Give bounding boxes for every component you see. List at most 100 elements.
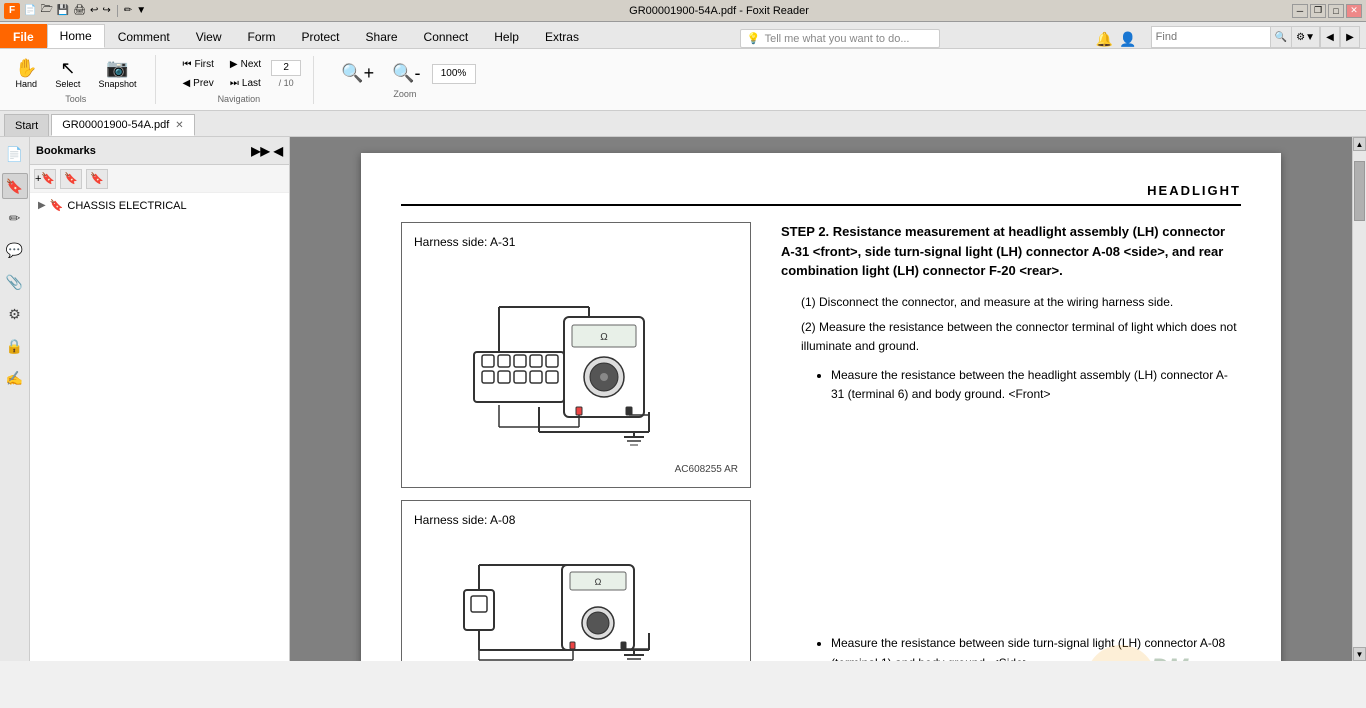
title-bar-icons[interactable]: F 📄 🗁 💾 🖨 ↩ ↪ ✏ ▼ xyxy=(4,2,146,19)
svg-text:Ω: Ω xyxy=(600,332,608,343)
bookmarks-expand-btn[interactable]: ▶▶ xyxy=(251,144,269,158)
sidebar-icon-bookmarks[interactable]: 🔖 xyxy=(2,173,28,199)
tab-extras[interactable]: Extras xyxy=(532,24,592,48)
diagram-svg-a08: Ω xyxy=(414,535,734,661)
ribbon-group-clipboard: ✋ Hand ↖ Select 📷 Snapshot Tools xyxy=(8,55,156,104)
zoom-out-icon: 🔍- xyxy=(392,63,420,84)
left-sidebar: 📄 🔖 ✏ 💬 📎 ⚙ 🔒 ✍ xyxy=(0,137,30,661)
diagram-label-a08: Harness side: A-08 xyxy=(414,513,738,527)
lightbulb-icon: 💡 xyxy=(747,32,761,45)
close-btn[interactable]: ✕ xyxy=(1346,4,1362,18)
tab-comment[interactable]: Comment xyxy=(105,24,183,48)
diagram-box-a08: Harness side: A-08 xyxy=(401,500,751,661)
snapshot-btn[interactable]: 📷 Snapshot xyxy=(91,55,143,92)
user-icon[interactable]: 👤 xyxy=(1119,31,1136,48)
bullet-item-1: Measure the resistance between the headl… xyxy=(831,366,1241,404)
next-page-btn[interactable]: ▶ Next xyxy=(224,56,267,73)
tab-home[interactable]: Home xyxy=(47,24,105,48)
svg-text:Ω: Ω xyxy=(595,577,602,587)
find-options-btn[interactable]: ⚙▼ xyxy=(1292,26,1320,48)
maximize-btn[interactable]: □ xyxy=(1328,4,1344,18)
text-column: STEP 2. Resistance measurement at headli… xyxy=(781,222,1241,661)
tab-close-btn[interactable]: ✕ xyxy=(175,120,183,131)
diagram-label-a31: Harness side: A-31 xyxy=(414,235,738,249)
tab-file[interactable]: File xyxy=(0,24,47,48)
numbered-list: (1) Disconnect the connector, and measur… xyxy=(781,293,1241,357)
bookmark-add-btn[interactable]: +🔖 xyxy=(34,169,56,189)
page-content: HEADLIGHT Harness side: A-31 xyxy=(361,153,1281,661)
list-item-2: (2) Measure the resistance between the c… xyxy=(801,318,1241,356)
list-item-1-text: Disconnect the connector, and measure at… xyxy=(819,295,1173,309)
find-bar: 🔍 ⚙▼ ◀ ▶ xyxy=(1145,26,1366,48)
bookmarks-toolbar: +🔖 🔖 🔖 xyxy=(30,165,289,193)
find-prev-btn[interactable]: ◀ xyxy=(1320,26,1340,48)
minimize-btn[interactable]: ─ xyxy=(1292,4,1308,18)
list-item-1: (1) Disconnect the connector, and measur… xyxy=(801,293,1241,312)
diagram-caption-a31: AC608255 AR xyxy=(414,464,738,475)
tab-view[interactable]: View xyxy=(183,24,235,48)
last-page-icon: ⏭ xyxy=(230,78,239,89)
tab-share[interactable]: Share xyxy=(353,24,411,48)
tell-me-input[interactable]: 💡 Tell me what you want to do... xyxy=(740,29,940,48)
sidebar-icon-attachments[interactable]: 📎 xyxy=(2,269,28,295)
bullet-item-2: Measure the resistance between side turn… xyxy=(831,634,1241,661)
scroll-down-btn[interactable]: ▼ xyxy=(1353,647,1366,661)
zoom-in-icon: 🔍+ xyxy=(341,63,374,84)
tab-help[interactable]: Help xyxy=(481,24,532,48)
tab-document[interactable]: GR00001900-54A.pdf ✕ xyxy=(51,114,194,136)
ribbon-group-nav: ⏮ First ◀ Prev ▶ Next ⏭ Last / 10 Naviga… xyxy=(176,56,314,104)
sidebar-icon-security[interactable]: 🔒 xyxy=(2,333,28,359)
bookmark-tool3-btn[interactable]: 🔖 xyxy=(86,169,108,189)
diagram-box-a31: Harness side: A-31 xyxy=(401,222,751,488)
bookmark-tool2-btn[interactable]: 🔖 xyxy=(60,169,82,189)
bookmarks-close-btn[interactable]: ◀ xyxy=(274,144,283,158)
bookmark-item-chassis[interactable]: ▶ 🔖 CHASSIS ELECTRICAL xyxy=(34,197,285,214)
window-controls[interactable]: ─ ❐ □ ✕ xyxy=(1292,4,1362,18)
ribbon: File Home Comment View Form Protect Shar… xyxy=(0,22,1366,111)
tell-me-placeholder: Tell me what you want to do... xyxy=(765,33,910,45)
sidebar-icon-annotations[interactable]: ✏ xyxy=(2,205,28,231)
last-page-btn[interactable]: ⏭ Last xyxy=(224,75,267,92)
page-number-input[interactable] xyxy=(271,60,301,76)
first-page-icon: ⏮ xyxy=(182,59,191,70)
tab-start[interactable]: Start xyxy=(4,114,49,136)
scroll-track xyxy=(1353,151,1366,647)
sidebar-icon-signatures[interactable]: ✍ xyxy=(2,365,28,391)
find-search-btn[interactable]: 🔍 xyxy=(1271,26,1292,48)
hand-tool-btn[interactable]: ✋ Hand xyxy=(8,55,44,92)
ribbon-group-zoom: 🔍+ 🔍- Zoom xyxy=(334,60,487,99)
bookmarks-header-controls: ▶▶ ◀ xyxy=(251,144,283,158)
right-scrollbar[interactable]: ▲ ▼ xyxy=(1352,137,1366,661)
bookmark-label-chassis: CHASSIS ELECTRICAL xyxy=(67,200,186,212)
bullet-list: Measure the resistance between the headl… xyxy=(781,366,1241,404)
next-page-icon: ▶ xyxy=(230,59,238,70)
select-btn[interactable]: ↖ Select xyxy=(48,55,87,92)
find-next-btn[interactable]: ▶ xyxy=(1340,26,1360,48)
tab-document-label: GR00001900-54A.pdf xyxy=(62,119,169,131)
scroll-thumb[interactable] xyxy=(1354,161,1365,221)
bookmark-expand-icon: ▶ xyxy=(38,200,46,211)
notification-icon[interactable]: 🔔 xyxy=(1096,31,1113,48)
zoom-input[interactable] xyxy=(432,64,476,84)
find-input[interactable] xyxy=(1151,26,1271,48)
zoom-in-btn[interactable]: 🔍+ xyxy=(334,60,381,87)
prev-page-icon: ◀ xyxy=(182,78,190,89)
restore-btn[interactable]: ❐ xyxy=(1310,4,1326,18)
step-heading: STEP 2. Resistance measurement at headli… xyxy=(781,222,1241,281)
pdf-viewer[interactable]: HEADLIGHT Harness side: A-31 xyxy=(290,137,1352,661)
scroll-up-btn[interactable]: ▲ xyxy=(1353,137,1366,151)
bookmarks-content: ▶ 🔖 CHASSIS ELECTRICAL xyxy=(30,193,289,661)
sidebar-icon-comments[interactable]: 💬 xyxy=(2,237,28,263)
tab-connect[interactable]: Connect xyxy=(411,24,482,48)
sidebar-icon-properties[interactable]: ⚙ xyxy=(2,301,28,327)
page-count: / 10 xyxy=(279,78,294,88)
first-page-btn[interactable]: ⏮ First xyxy=(176,56,219,73)
bookmark-doc-icon: 🔖 xyxy=(50,199,64,212)
sidebar-icon-page[interactable]: 📄 xyxy=(2,141,28,167)
diagram-and-text-layout: Harness side: A-31 xyxy=(401,222,1241,661)
zoom-out-btn[interactable]: 🔍- xyxy=(385,60,427,87)
tab-form[interactable]: Form xyxy=(235,24,289,48)
prev-page-btn[interactable]: ◀ Prev xyxy=(176,75,219,92)
bookmarks-title: Bookmarks xyxy=(36,145,96,157)
tab-protect[interactable]: Protect xyxy=(289,24,353,48)
